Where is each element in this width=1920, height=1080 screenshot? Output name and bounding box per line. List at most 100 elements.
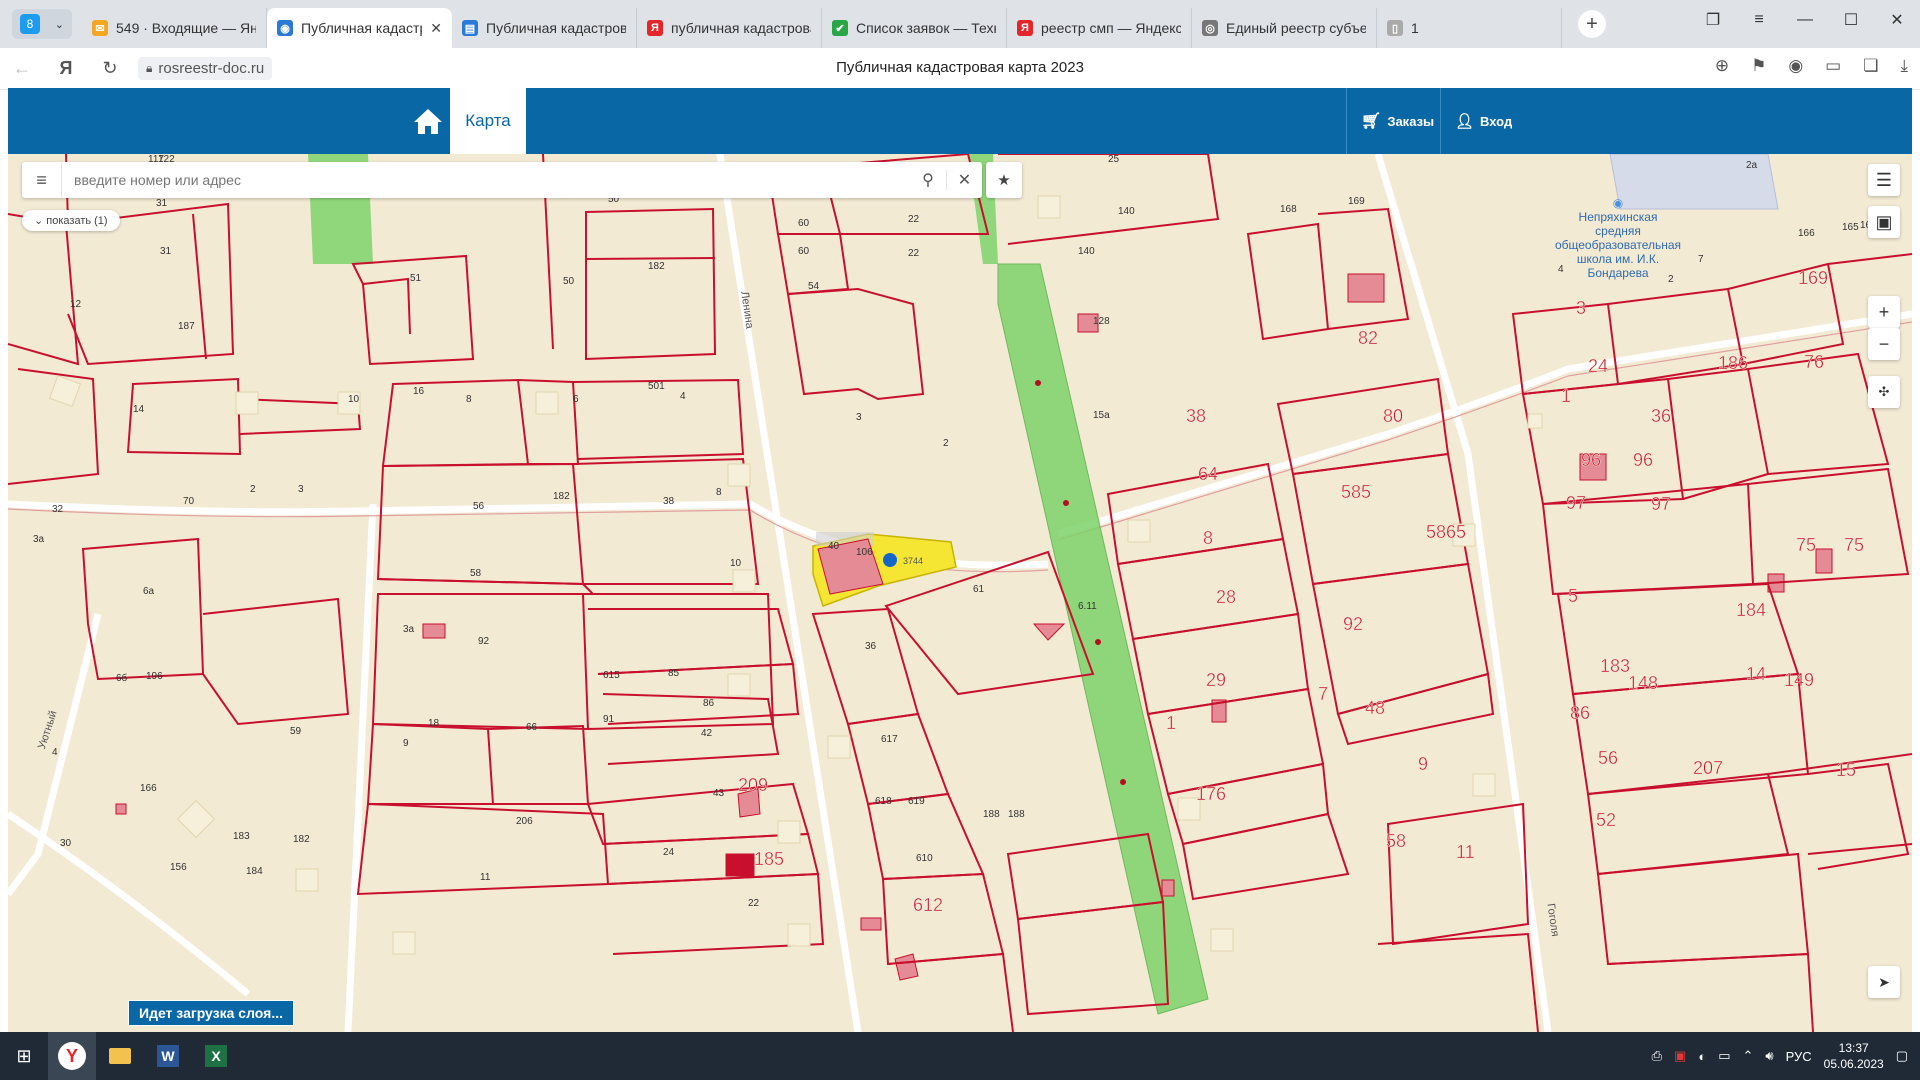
- parcel-label: 52: [1596, 810, 1616, 830]
- locate-button[interactable]: ➤: [1868, 966, 1900, 998]
- antivirus-icon[interactable]: ▣: [1674, 1048, 1686, 1064]
- parcel-label: 80: [1383, 406, 1403, 426]
- url-field[interactable]: 🔒︎ rosreestr-doc.ru: [138, 57, 273, 80]
- parcel-label: 182: [293, 834, 310, 845]
- parcel-label: 92: [478, 636, 490, 647]
- parcel-label: 51: [410, 273, 422, 284]
- close-window-button[interactable]: ✕: [1874, 10, 1920, 30]
- word-icon[interactable]: W: [144, 1032, 192, 1080]
- tab-counter[interactable]: 8 ⌄: [12, 9, 72, 39]
- search-icon[interactable]: ⚲: [910, 170, 946, 190]
- parcel-label: 12: [70, 299, 82, 310]
- reader-icon[interactable]: ▭: [1825, 56, 1841, 76]
- browser-tab[interactable]: Япубличная кадастровая: [637, 8, 822, 48]
- parcel-label: 106: [856, 547, 873, 558]
- favorites-button[interactable]: ★: [986, 162, 1022, 198]
- home-button[interactable]: [403, 88, 453, 154]
- menu-icon[interactable]: ≡: [22, 162, 62, 198]
- excel-icon[interactable]: X: [192, 1032, 240, 1080]
- parcel-label: 32: [52, 504, 64, 515]
- parcel-label: 169: [1798, 268, 1828, 288]
- zoom-out-button[interactable]: −: [1868, 328, 1900, 360]
- parcel-label: 6б: [116, 672, 128, 684]
- parcel-label: 156: [170, 862, 187, 873]
- close-tab-icon[interactable]: ✕: [430, 20, 442, 37]
- layers-button[interactable]: ☰: [1868, 164, 1900, 196]
- maximize-button[interactable]: ☐: [1828, 10, 1874, 30]
- parcel-label: 85: [668, 668, 680, 679]
- browser-tab[interactable]: ◉ Публичная кадастровая ✕: [267, 8, 452, 48]
- menu-icon[interactable]: ≡: [1736, 11, 1782, 29]
- parcel-label: 22: [748, 898, 760, 909]
- browser-tab[interactable]: ✉ 549 · Входящие — Яндекс: [82, 8, 267, 48]
- browser-tab[interactable]: ◎ Единый реестр субъект: [1192, 8, 1377, 48]
- user-icon: 👤︎: [1455, 113, 1475, 130]
- parcel-label: 182: [648, 261, 665, 272]
- file-explorer-icon[interactable]: [96, 1032, 144, 1080]
- clock[interactable]: 13:37 05.06.2023: [1824, 1040, 1884, 1072]
- parcel-label: 58: [470, 568, 482, 579]
- bookmark-icon[interactable]: ⚑: [1751, 56, 1766, 76]
- clear-icon[interactable]: ✕: [946, 170, 982, 190]
- collections-icon[interactable]: ❏: [1863, 56, 1878, 76]
- back-button[interactable]: ←: [0, 58, 44, 79]
- zoom-in-button[interactable]: +: [1868, 296, 1900, 328]
- parcel-label: 2: [943, 438, 949, 449]
- parcel-label: 185: [754, 849, 784, 869]
- frame-button[interactable]: ▣: [1868, 206, 1900, 238]
- measure-button[interactable]: ✣: [1868, 376, 1900, 408]
- extension-icon[interactable]: ⊕: [1715, 56, 1729, 76]
- parcel-label: 165: [1842, 222, 1859, 233]
- orders-button[interactable]: 🛒︎ Заказы: [1346, 88, 1440, 154]
- tab-bookmark-icon[interactable]: ❐: [1690, 10, 1736, 30]
- volume-icon[interactable]: 🔊︎: [1765, 1048, 1773, 1064]
- chevron-up-icon[interactable]: ⌃: [1742, 1048, 1753, 1064]
- windows-start-icon[interactable]: ⊞: [0, 1032, 48, 1080]
- parcel-label: 97: [1566, 493, 1586, 513]
- profile-icon[interactable]: ◉: [1788, 56, 1803, 76]
- parcel-label: 66: [526, 722, 538, 733]
- parcel-label: 97: [1651, 494, 1671, 514]
- url-text: rosreestr-doc.ru: [158, 60, 265, 77]
- yandex-logo-icon[interactable]: Я: [44, 58, 88, 79]
- tab-title: 1: [1411, 20, 1419, 36]
- cadastral-map[interactable]: 122 117 25 2а 31 31 50 60 60 22 22 140 140 12 187 51 182…: [8, 154, 1912, 1032]
- lock-icon: 🔒︎: [146, 61, 153, 75]
- selected-parcel-number: 3744: [903, 556, 924, 566]
- parcel-label: 619: [908, 796, 925, 807]
- parcel-label: 36: [1651, 406, 1671, 426]
- browser-tab[interactable]: ▯ 1: [1377, 8, 1562, 48]
- yandex-browser-icon[interactable]: Y: [48, 1032, 96, 1080]
- tab-map[interactable]: Карта: [450, 88, 526, 154]
- printer-icon[interactable]: ⎙: [1652, 1048, 1662, 1064]
- display-icon[interactable]: ▭: [1718, 1048, 1730, 1064]
- parcel-label: 615: [603, 670, 620, 681]
- network-icon[interactable]: ◐: [1698, 1049, 1706, 1064]
- minimize-button[interactable]: —: [1782, 11, 1828, 29]
- login-button[interactable]: 👤︎ Вход: [1440, 88, 1522, 154]
- parcel-label: 9: [403, 738, 409, 749]
- map-canvas[interactable]: 122117 252а313150606022221401401218751182…: [8, 154, 1912, 1032]
- language-indicator[interactable]: РУС: [1786, 1049, 1812, 1064]
- parcel-label: 5: [1568, 586, 1578, 606]
- loading-indicator: Идет загрузка слоя...: [128, 1000, 294, 1026]
- parcel-label: 188: [983, 809, 1000, 820]
- chevron-down-icon: ⌄: [34, 215, 44, 227]
- search-input[interactable]: [62, 172, 910, 188]
- browser-tab[interactable]: Яреестр смп — Яндекс: н: [1007, 8, 1192, 48]
- parcel-label: 176: [1196, 784, 1226, 804]
- yandex-icon: Я: [1017, 20, 1033, 36]
- parcel-label: 6а: [143, 586, 155, 597]
- parcel-label: 6.11: [1078, 601, 1097, 612]
- download-icon[interactable]: ⤓: [1900, 56, 1908, 76]
- parcel-label: 75: [1796, 535, 1816, 555]
- parcel-label: 22: [908, 248, 920, 259]
- browser-tab[interactable]: ✔ Список заявок — Техно: [822, 8, 1007, 48]
- show-results-button[interactable]: ⌄ показать (1): [22, 210, 120, 231]
- parcel-label: 187: [178, 321, 195, 332]
- new-tab-button[interactable]: +: [1578, 10, 1606, 38]
- browser-tab[interactable]: ▤ Публичная кадастровая: [452, 8, 637, 48]
- notifications-icon[interactable]: ▢: [1896, 1048, 1908, 1064]
- reload-button[interactable]: ↻: [88, 58, 132, 79]
- parcel-label: 18: [428, 718, 440, 729]
